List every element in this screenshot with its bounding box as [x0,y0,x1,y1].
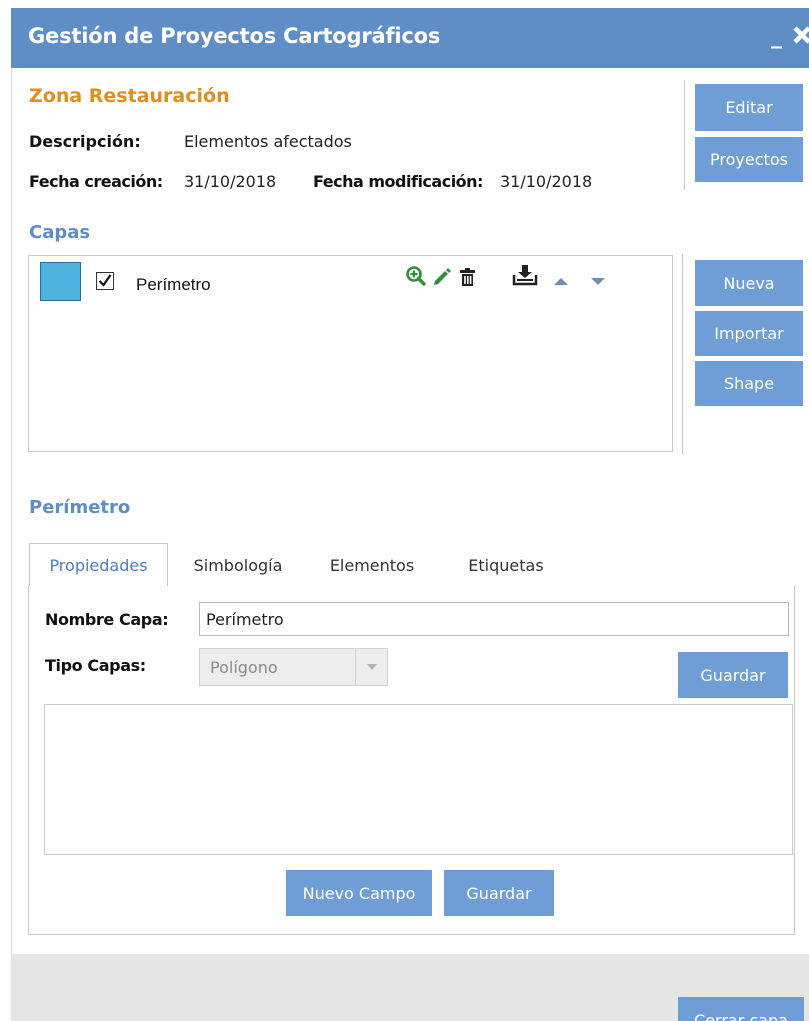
close-icon[interactable] [792,23,809,47]
layer-name-input[interactable]: Perímetro [199,602,789,636]
arrow-down-icon[interactable] [589,273,607,287]
layer-type-label: Tipo Capas: [45,656,146,675]
divider [684,80,685,190]
checkmark-icon [98,274,112,287]
divider [682,254,683,454]
created-value: 31/10/2018 [184,172,277,191]
tab-properties[interactable]: Propiedades [29,543,168,588]
tab-symbology[interactable]: Simbología [176,543,300,587]
minimize-icon[interactable]: _ [771,24,782,49]
save-fields-button[interactable]: Guardar [444,870,554,916]
layer-visibility-checkbox[interactable] [96,272,114,290]
zoom-in-icon[interactable] [405,265,427,287]
import-button[interactable]: Importar [695,311,803,356]
trash-icon[interactable] [457,266,479,288]
layer-name-label: Nombre Capa: [45,610,169,629]
fields-list [44,704,793,855]
tab-elements[interactable]: Elementos [310,543,434,587]
shape-button[interactable]: Shape [695,361,803,406]
layers-list [28,255,673,452]
layer-type-select: Polígono [199,648,388,686]
project-name: Zona Restauración [29,85,230,107]
new-layer-button[interactable]: Nueva [695,260,803,306]
modified-label: Fecha modificación: [313,172,483,191]
save-properties-button[interactable]: Guardar [678,652,788,698]
created-label: Fecha creación: [29,172,163,191]
edit-button[interactable]: Editar [695,84,803,131]
layer-name[interactable]: Perímetro [136,275,211,295]
window-titlebar: Gestión de Proyectos Cartográficos _ [11,8,809,68]
close-layer-button[interactable]: Cerrar capa [678,997,804,1021]
download-icon[interactable] [512,263,538,287]
tab-labels[interactable]: Etiquetas [444,543,568,587]
description-value: Elementos afectados [184,132,352,151]
new-field-button[interactable]: Nuevo Campo [286,870,432,916]
layer-detail-title: Perímetro [29,497,131,518]
chevron-down-icon [355,649,387,685]
arrow-up-icon[interactable] [552,273,570,287]
projects-button[interactable]: Proyectos [695,137,803,182]
description-label: Descripción: [29,132,141,151]
modified-value: 31/10/2018 [500,172,593,191]
window-title: Gestión de Proyectos Cartográficos [28,24,441,48]
layer-type-value: Polígono [210,657,278,677]
layer-color-swatch[interactable] [40,262,81,301]
pencil-icon[interactable] [431,265,453,287]
layers-title: Capas [29,222,91,243]
